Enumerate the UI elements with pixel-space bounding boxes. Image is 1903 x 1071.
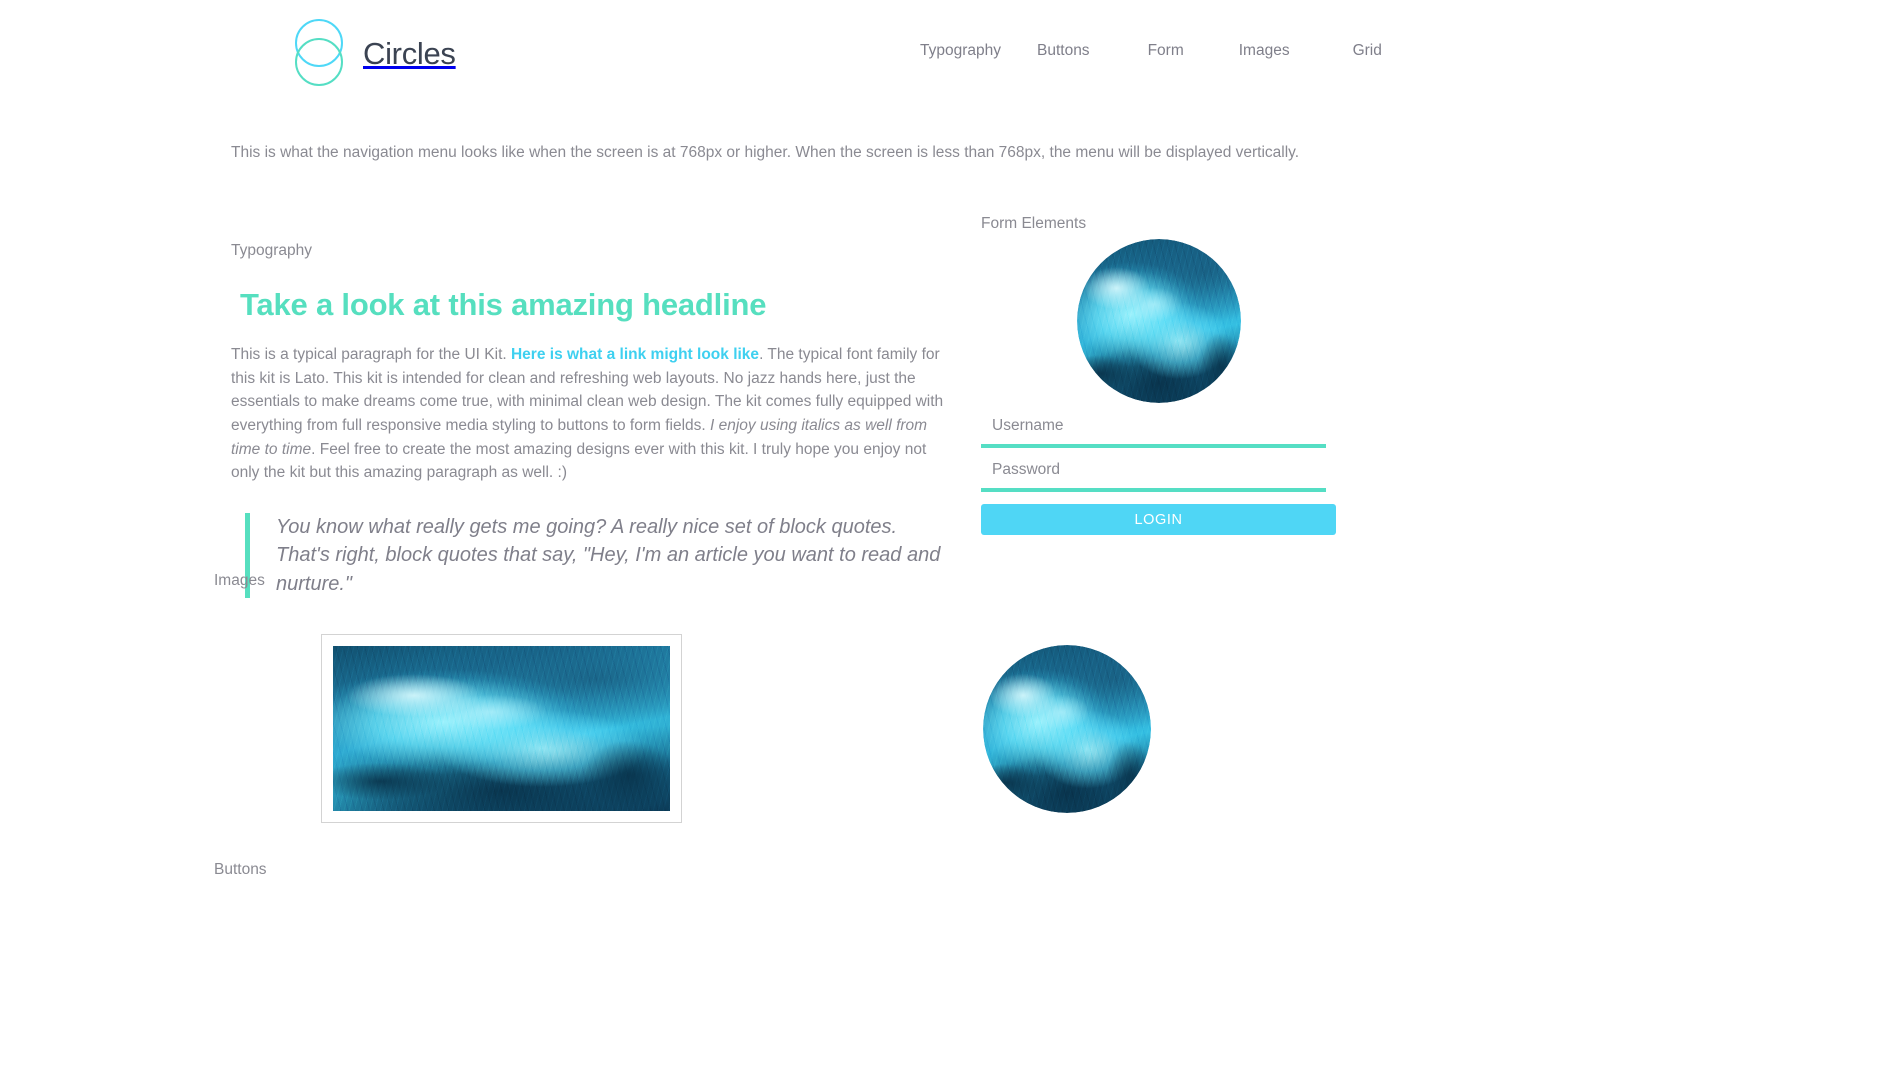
typography-section: Typography Take a look at this amazing h… bbox=[231, 240, 961, 599]
wave-photo-icon bbox=[983, 645, 1151, 813]
brand-logo-link[interactable]: Circles bbox=[292, 19, 456, 87]
nav-item-buttons[interactable]: Buttons bbox=[1037, 40, 1090, 62]
two-overlapping-circles-icon bbox=[292, 19, 350, 87]
logo-circle-bottom-icon bbox=[295, 38, 343, 86]
typography-paragraph: This is a typical paragraph for the UI K… bbox=[231, 343, 955, 485]
site-header: Circles Typography Buttons Form Images G… bbox=[0, 0, 1903, 105]
paragraph-part-1: This is a typical paragraph for the UI K… bbox=[231, 345, 511, 363]
form-section: Form Elements Username Password LOGIN bbox=[981, 213, 1336, 535]
intro-paragraph: This is what the navigation menu looks l… bbox=[231, 144, 1300, 161]
password-label[interactable]: Password bbox=[981, 460, 1326, 488]
section-label-form-elements: Form Elements bbox=[981, 215, 1087, 232]
section-label-buttons: Buttons bbox=[214, 861, 267, 878]
page-root: Circles Typography Buttons Form Images G… bbox=[0, 0, 1903, 1071]
password-underline bbox=[981, 488, 1326, 493]
circular-wave-photo bbox=[983, 645, 1151, 813]
username-field-group: Username bbox=[981, 416, 1326, 449]
nav-item-images[interactable]: Images bbox=[1239, 40, 1290, 62]
framed-wave-photo bbox=[321, 634, 682, 823]
wave-photo-icon bbox=[333, 646, 670, 811]
nav-item-form[interactable]: Form bbox=[1148, 40, 1184, 62]
section-label-typography: Typography bbox=[231, 242, 312, 259]
login-button[interactable]: LOGIN bbox=[981, 504, 1336, 535]
blockquote-text: You know what really gets me going? A re… bbox=[276, 516, 941, 595]
blockquote: You know what really gets me going? A re… bbox=[245, 513, 945, 599]
username-label[interactable]: Username bbox=[981, 416, 1326, 444]
brand-name: Circles bbox=[363, 35, 456, 71]
wave-photo-icon bbox=[1077, 239, 1241, 403]
inline-demo-link[interactable]: Here is what a link might look like bbox=[511, 346, 759, 363]
page-headline: Take a look at this amazing headline bbox=[240, 286, 767, 322]
nav-item-grid[interactable]: Grid bbox=[1353, 40, 1382, 62]
section-label-images: Images bbox=[214, 572, 265, 589]
form-avatar bbox=[1077, 239, 1241, 403]
main-navigation: Typography Buttons Form Images Grid bbox=[920, 40, 1382, 62]
nav-item-typography[interactable]: Typography bbox=[920, 40, 1001, 62]
password-field-group: Password bbox=[981, 460, 1326, 493]
username-underline bbox=[981, 444, 1326, 449]
paragraph-part-3: . Feel free to create the most amazing d… bbox=[231, 440, 927, 482]
